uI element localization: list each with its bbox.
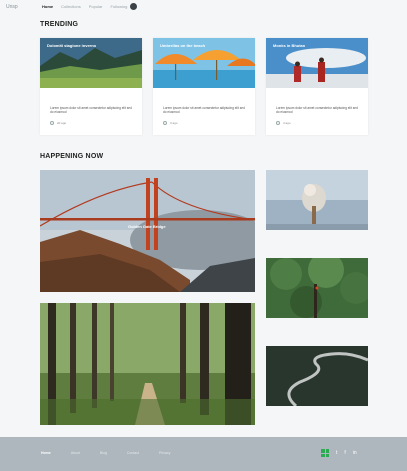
footer-link-about[interactable]: About: [71, 451, 80, 455]
happening-tile-bridge[interactable]: Golden Gate Bridge: [40, 170, 255, 292]
nav-item-home[interactable]: Home: [42, 4, 53, 9]
happening-tile-tree[interactable]: [266, 258, 368, 318]
clock-icon: [163, 121, 167, 125]
footer-link-privacy[interactable]: Privacy: [159, 451, 170, 455]
card-meta: 2d ago: [50, 121, 66, 125]
page: Unsp Home Collections Popular Following …: [0, 0, 407, 471]
linkedin-icon[interactable]: in: [353, 450, 357, 456]
card-meta-text: 2d ago: [57, 121, 67, 125]
footer-icons: t f in: [321, 449, 357, 457]
card-meta-text: 4 ago: [283, 121, 291, 125]
happening-tile-forest[interactable]: [40, 303, 255, 425]
top-navigation: Unsp Home Collections Popular Following: [0, 0, 407, 14]
footer-link-home[interactable]: Home: [41, 451, 51, 455]
footer-link-contact[interactable]: Contact: [127, 451, 139, 455]
trending-title: TRENDING: [40, 21, 79, 28]
nav-item-following[interactable]: Following: [111, 4, 128, 9]
twitter-icon[interactable]: t: [336, 450, 337, 456]
trending-card[interactable]: Umbrellas on the beach Lorem ipsum dolor…: [153, 38, 255, 135]
card-meta: 4 ago: [276, 121, 291, 125]
avatar[interactable]: [130, 3, 137, 10]
footer: Home About Blog Contact Privacy t f in: [0, 437, 407, 471]
clock-icon: [276, 121, 280, 125]
logo[interactable]: Unsp: [6, 4, 18, 10]
card-caption: Monks in Bhutan: [273, 43, 306, 48]
facebook-icon[interactable]: f: [344, 450, 345, 456]
card-caption: Dolomiti stagione inverno: [47, 43, 97, 48]
footer-link-blog[interactable]: Blog: [100, 451, 107, 455]
happening-tile-fire[interactable]: [266, 170, 368, 230]
clock-icon: [50, 121, 54, 125]
nav-menu: Home Collections Popular Following: [42, 4, 127, 9]
card-caption: Umbrellas on the beach: [160, 43, 206, 48]
card-description: Lorem ipsum dolor sit amet consectetur a…: [276, 106, 358, 115]
nav-item-popular[interactable]: Popular: [89, 4, 103, 9]
card-description: Lorem ipsum dolor sit amet consectetur a…: [50, 106, 132, 115]
tile-caption: Golden Gate Bridge: [128, 224, 166, 229]
trending-card[interactable]: Dolomiti stagione inverno Lorem ipsum do…: [40, 38, 142, 135]
card-meta: 3 ago: [163, 121, 178, 125]
card-description: Lorem ipsum dolor sit amet consectetur a…: [163, 106, 245, 115]
nav-item-collections[interactable]: Collections: [61, 4, 81, 9]
happening-tile-road[interactable]: [266, 346, 368, 406]
card-meta-text: 3 ago: [170, 121, 178, 125]
grid-icon[interactable]: [321, 449, 329, 457]
happening-title: HAPPENING NOW: [40, 153, 104, 160]
footer-links: Home About Blog Contact Privacy: [41, 451, 170, 455]
trending-card[interactable]: Monks in Bhutan Lorem ipsum dolor sit am…: [266, 38, 368, 135]
